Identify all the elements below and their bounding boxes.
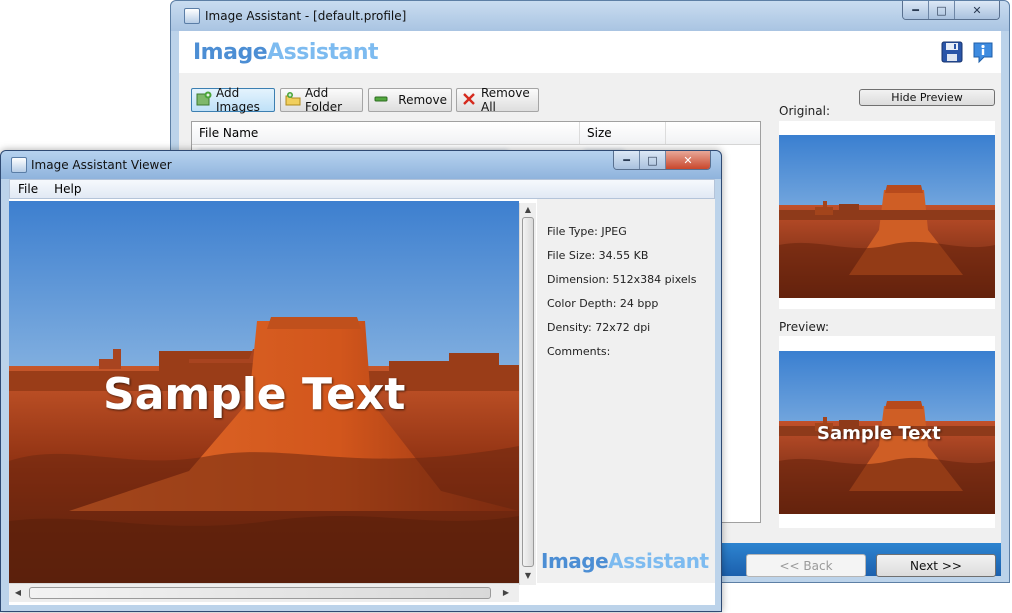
info-density: Density: 72x72 dpi [547,321,651,334]
viewer-menubar: File Help [9,179,715,199]
scroll-up-arrow-icon[interactable]: ▲ [520,205,536,214]
hide-preview-button[interactable]: Hide Preview [859,89,995,106]
scroll-left-arrow-icon[interactable]: ◀ [13,588,23,597]
info-icon[interactable] [971,40,995,64]
viewer-image: Sample Text [9,201,519,583]
viewer-watermark-text: Sample Text [103,369,406,420]
app-icon [184,8,200,24]
scroll-down-arrow-icon[interactable]: ▼ [520,571,536,580]
vertical-scroll-thumb[interactable] [522,217,534,567]
remove-icon [373,91,389,110]
add-folder-button[interactable]: Add Folder [280,86,363,114]
original-label: Original: [779,104,830,118]
viewer-maximize-button[interactable]: □ [640,151,666,169]
file-list-header: File Name Size [192,122,760,145]
original-image-box [779,121,995,309]
main-window-title: Image Assistant - [default.profile] [205,9,407,23]
minimize-button[interactable]: ━ [903,1,929,19]
preview-label: Preview: [779,320,830,334]
add-images-icon [196,91,212,110]
viewer-window-title: Image Assistant Viewer [31,158,172,172]
viewer-titlebar[interactable]: Image Assistant Viewer ━ □ ✕ [1,151,721,179]
remove-all-button[interactable]: Remove All [456,86,539,114]
main-caption-buttons: ━ □ ✕ [902,1,1000,20]
horizontal-scroll-thumb[interactable] [29,587,491,599]
viewer-close-button[interactable]: ✕ [666,151,710,169]
close-button[interactable]: ✕ [955,1,999,19]
add-images-button[interactable]: Add Images [191,86,275,114]
save-icon[interactable] [941,41,963,63]
column-file-name[interactable]: File Name [192,122,580,144]
scroll-right-arrow-icon[interactable]: ▶ [501,588,511,597]
original-image [779,135,995,298]
menu-help[interactable]: Help [46,182,89,196]
viewer-app-icon [11,157,27,173]
viewer-window: Image Assistant Viewer ━ □ ✕ File Help S… [0,150,722,612]
brand-bar: ImageAssistant [179,31,1001,73]
info-panel: File Type: JPEG File Size: 34.55 KB Dime… [537,199,715,583]
info-color-depth: Color Depth: 24 bpp [547,297,659,310]
maximize-button[interactable]: □ [929,1,955,19]
add-folder-icon [285,91,301,110]
back-button[interactable]: << Back [746,554,866,577]
info-file-size: File Size: 34.55 KB [547,249,649,262]
horizontal-scrollbar[interactable]: ◀ ▶ [9,583,519,602]
main-titlebar[interactable]: Image Assistant - [default.profile] ━ □ … [171,1,1009,31]
viewer-minimize-button[interactable]: ━ [614,151,640,169]
remove-all-icon [461,91,477,110]
remove-button[interactable]: Remove [368,88,452,112]
preview-image: Sample Text [779,351,995,514]
preview-image-box: Sample Text [779,336,995,528]
vertical-scrollbar[interactable]: ▲ ▼ [519,203,536,585]
info-file-type: File Type: JPEG [547,225,627,238]
info-dimension: Dimension: 512x384 pixels [547,273,697,286]
viewer-brand-logo: ImageAssistant [541,549,709,573]
preview-watermark-text: Sample Text [817,423,941,444]
menu-file[interactable]: File [10,182,46,196]
info-comments: Comments: [547,345,611,358]
viewer-caption-buttons: ━ □ ✕ [613,151,711,170]
brand-logo: ImageAssistant [193,40,379,65]
viewer-client-area: Sample Text ▲ ▼ ◀ ▶ File Type: JPEG File… [9,199,715,605]
column-size[interactable]: Size [580,122,666,144]
next-button[interactable]: Next >> [876,554,996,577]
